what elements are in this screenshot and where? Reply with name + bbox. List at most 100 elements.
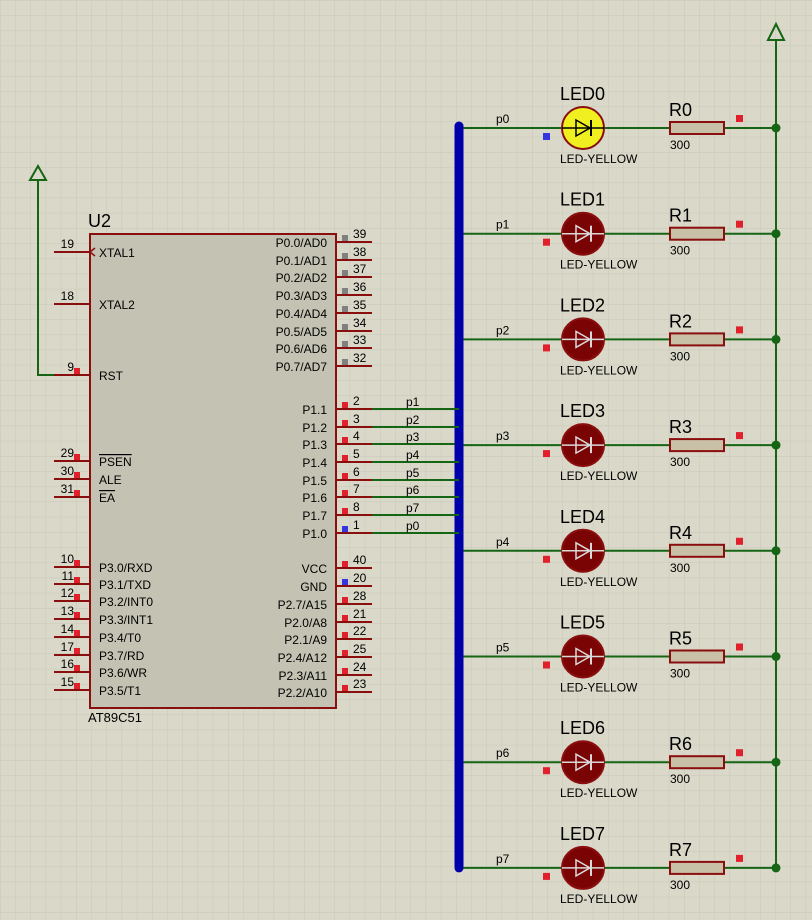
resistor-pin-marker [736, 749, 743, 757]
pin-name: P3.6/WR [99, 666, 147, 680]
led-type: LED-YELLOW [560, 152, 638, 166]
pin-state-marker [342, 650, 348, 656]
net-label: p6 [496, 746, 510, 760]
pin-number: 17 [61, 640, 75, 654]
pin-name: P0.4/AD4 [276, 307, 328, 321]
pin-state-marker [342, 615, 348, 621]
resistor-icon[interactable] [669, 332, 725, 347]
resistor-value: 300 [670, 349, 690, 363]
resistor-value: 300 [670, 878, 690, 892]
net-label: p0 [406, 519, 420, 533]
pin-number: 14 [61, 622, 75, 636]
pin-name: P3.2/INT0 [99, 595, 153, 609]
pin-name: P3.0/RXD [99, 561, 153, 575]
led-diode-icon[interactable] [561, 740, 605, 785]
schematic-canvas[interactable]: U2 AT89C51 19XTAL118XTAL29RST29PSEN30ALE… [0, 0, 812, 920]
pin-number: 18 [61, 289, 75, 303]
pin-number: 9 [67, 360, 74, 374]
led-diode-icon[interactable] [561, 317, 605, 362]
chip-reference: U2 [88, 211, 111, 231]
bus-junction-dot [454, 229, 464, 239]
pin-name: P1.7 [302, 509, 327, 523]
net-label: p1 [496, 218, 510, 232]
rail-junction-dot [771, 863, 781, 873]
led-type: LED-YELLOW [560, 258, 638, 272]
resistor-icon[interactable] [669, 860, 725, 875]
pin-name: P3.3/INT1 [99, 613, 153, 627]
led-type: LED-YELLOW [560, 575, 638, 589]
pin-name: P1.6 [302, 491, 327, 505]
pin-state-marker [74, 683, 80, 689]
resistor-value: 300 [670, 772, 690, 786]
net-label: p7 [406, 501, 420, 515]
led-name: LED7 [560, 824, 605, 844]
pin-name: P0.6/AD6 [276, 342, 328, 356]
led-diode-icon[interactable] [561, 845, 605, 890]
pin-state-marker [342, 420, 348, 426]
resistor-icon[interactable] [669, 755, 725, 770]
net-label: p0 [496, 112, 510, 126]
pin-number: 13 [61, 604, 75, 618]
pin-number: 20 [353, 571, 367, 585]
pin-name: XTAL2 [99, 298, 135, 312]
pin-name: P2.0/A8 [284, 616, 327, 630]
resistor-pin-marker [736, 326, 743, 334]
pin-name: P0.0/AD0 [276, 236, 328, 250]
pin-name: P1.1 [302, 403, 327, 417]
net-label: p3 [406, 430, 420, 444]
net-label: p1 [406, 395, 420, 409]
pin-state-marker [74, 560, 80, 566]
resistor-icon[interactable] [669, 543, 725, 558]
pin-name: P0.3/AD3 [276, 289, 328, 303]
resistor-name: R3 [669, 417, 692, 437]
resistor-icon[interactable] [669, 121, 725, 135]
resistor-pin-marker [736, 220, 743, 228]
led-diode-icon[interactable] [561, 423, 605, 468]
led-type: LED-YELLOW [560, 892, 638, 906]
resistor-icon[interactable] [669, 226, 725, 241]
pin-number: 34 [353, 316, 367, 330]
pin-number: 16 [61, 657, 75, 671]
led-diode-icon[interactable] [561, 106, 605, 150]
bus-junction-dot [454, 652, 464, 661]
pin-number: 2 [353, 394, 360, 408]
led-diode-icon[interactable] [561, 634, 605, 679]
led-type: LED-YELLOW [560, 363, 638, 377]
bus-junction-dot [454, 440, 464, 450]
led-diode-icon[interactable] [561, 211, 605, 256]
pin-state-marker [342, 253, 348, 259]
pin-state-marker [342, 579, 348, 585]
net-label: p5 [406, 466, 420, 480]
pin-number: 40 [353, 553, 367, 567]
pin-state-marker [342, 324, 348, 330]
pin-name: RST [99, 369, 124, 383]
led-pin-marker [543, 767, 550, 775]
led-pin-marker [543, 238, 550, 246]
pin-number: 12 [61, 586, 75, 600]
led-name: LED3 [560, 401, 605, 421]
resistor-name: R2 [669, 311, 692, 331]
rail-junction-dot [771, 229, 781, 239]
pin-name: P0.2/AD2 [276, 271, 328, 285]
pin-state-marker [74, 368, 80, 374]
resistor-icon[interactable] [669, 438, 725, 453]
led-name: LED5 [560, 613, 605, 633]
pin-state-marker [74, 648, 80, 654]
pin-name: P2.7/A15 [278, 598, 328, 612]
pin-name: P0.1/AD1 [276, 254, 328, 268]
resistor-icon[interactable] [669, 649, 725, 664]
resistor-value: 300 [670, 138, 690, 152]
pin-number: 15 [61, 675, 75, 689]
pin-number: 38 [353, 245, 367, 259]
led-pin-marker [543, 450, 550, 458]
pin-name: P0.5/AD5 [276, 325, 328, 339]
pin-number: 30 [61, 464, 75, 478]
resistor-name: R5 [669, 629, 692, 649]
pin-name: P0.7/AD7 [276, 360, 328, 374]
pin-name: PSEN [99, 455, 132, 469]
led-diode-icon[interactable] [561, 528, 605, 573]
resistor-pin-marker [736, 854, 743, 862]
pin-number: 1 [353, 518, 360, 532]
pin-number: 39 [353, 227, 367, 241]
pin-number: 10 [61, 552, 75, 566]
